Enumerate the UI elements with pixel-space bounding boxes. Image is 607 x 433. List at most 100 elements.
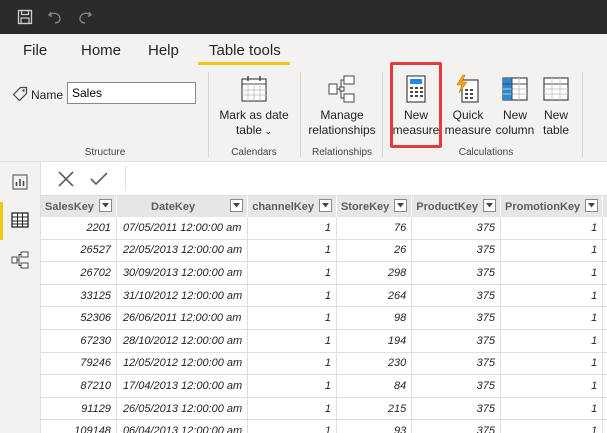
quick-measure-button[interactable]: Quick measure — [444, 74, 492, 138]
table-cell[interactable]: 1 — [500, 374, 604, 398]
table-cell[interactable]: 375 — [411, 397, 501, 421]
table-cell[interactable]: 1 — [500, 419, 604, 433]
table-cell[interactable]: 12/05/2012 12:00:00 am — [116, 352, 249, 376]
table-cell[interactable]: 76 — [336, 217, 413, 240]
report-view-icon[interactable] — [10, 172, 30, 192]
model-view-icon[interactable] — [10, 250, 30, 270]
table-cell[interactable]: 06/04/2013 12:00:00 am — [116, 419, 249, 433]
table-cell[interactable]: 2201 — [41, 217, 117, 240]
column-header[interactable]: StoreKey — [336, 196, 413, 217]
table-cell[interactable]: 230 — [336, 352, 413, 376]
table-cell[interactable]: 31/10/2012 12:00:00 am — [116, 284, 249, 308]
table-cell[interactable]: 33125 — [41, 284, 117, 308]
table-row[interactable]: 2201 07/05/2011 12:00:00 am 1 76 375 1 — [41, 217, 607, 240]
table-cell[interactable]: 375 — [411, 352, 501, 376]
column-filter-dropdown-icon[interactable] — [318, 199, 332, 212]
table-cell[interactable]: 1 — [500, 352, 604, 376]
table-cell[interactable]: 375 — [411, 306, 501, 330]
table-cell[interactable]: 1 — [247, 397, 337, 421]
table-cell[interactable]: 1 — [247, 217, 337, 240]
manage-relationships-button[interactable]: Manage relationships — [304, 74, 380, 138]
column-header[interactable]: DateKey — [116, 196, 249, 217]
table-cell[interactable]: 375 — [411, 374, 501, 398]
table-cell[interactable]: 375 — [411, 261, 501, 285]
column-header[interactable]: ProductKey — [411, 196, 501, 217]
table-row[interactable]: 33125 31/10/2012 12:00:00 am 1 264 375 1 — [41, 284, 607, 308]
table-row[interactable]: 52306 26/06/2011 12:00:00 am 1 98 375 1 — [41, 306, 607, 330]
table-cell[interactable]: 1 — [247, 419, 337, 433]
table-cell[interactable]: 79246 — [41, 352, 117, 376]
table-cell[interactable]: 215 — [336, 397, 413, 421]
table-cell[interactable]: 375 — [411, 419, 501, 433]
column-filter-dropdown-icon[interactable] — [394, 199, 408, 212]
table-cell[interactable]: 1 — [247, 374, 337, 398]
tab-home[interactable]: Home — [81, 42, 121, 59]
table-cell[interactable]: 22/05/2013 12:00:00 am — [116, 239, 249, 263]
table-cell[interactable]: 1 — [247, 239, 337, 263]
table-cell[interactable]: 87210 — [41, 374, 117, 398]
table-cell[interactable]: 194 — [336, 329, 413, 353]
table-row[interactable]: 87210 17/04/2013 12:00:00 am 1 84 375 1 — [41, 374, 607, 398]
table-cell[interactable]: 28/10/2012 12:00:00 am — [116, 329, 249, 353]
table-cell[interactable]: 375 — [411, 217, 501, 240]
column-filter-dropdown-icon[interactable] — [98, 199, 112, 212]
redo-icon[interactable] — [76, 8, 94, 26]
table-cell[interactable]: 30/09/2013 12:00:00 am — [116, 261, 249, 285]
table-cell[interactable]: 26 — [336, 239, 413, 263]
table-cell[interactable]: 375 — [411, 239, 501, 263]
column-filter-dropdown-icon[interactable] — [483, 199, 496, 212]
table-cell[interactable]: 109148 — [41, 419, 117, 433]
table-cell[interactable]: 375 — [411, 329, 501, 353]
column-header[interactable]: PromotionKey — [500, 196, 604, 217]
table-cell[interactable]: 1 — [500, 217, 604, 240]
table-cell[interactable]: 1 — [500, 397, 604, 421]
table-cell[interactable]: 298 — [336, 261, 413, 285]
column-filter-dropdown-icon[interactable] — [585, 199, 599, 212]
table-cell[interactable]: 1 — [500, 306, 604, 330]
tab-help[interactable]: Help — [148, 42, 179, 59]
table-cell[interactable]: 1 — [247, 261, 337, 285]
new-table-button[interactable]: New table — [538, 74, 574, 138]
table-cell[interactable]: 1 — [247, 306, 337, 330]
table-row[interactable]: 91129 26/05/2013 12:00:00 am 1 215 375 1 — [41, 397, 607, 421]
table-cell[interactable]: 1 — [500, 239, 604, 263]
formula-input[interactable] — [125, 166, 606, 190]
table-cell[interactable]: 26/05/2013 12:00:00 am — [116, 397, 249, 421]
table-cell[interactable]: 26527 — [41, 239, 117, 263]
table-row[interactable]: 26702 30/09/2013 12:00:00 am 1 298 375 1 — [41, 261, 607, 285]
undo-icon[interactable] — [46, 8, 64, 26]
table-cell[interactable]: 07/05/2011 12:00:00 am — [116, 217, 249, 240]
table-cell[interactable]: 26/06/2011 12:00:00 am — [116, 306, 249, 330]
table-cell[interactable]: 67230 — [41, 329, 117, 353]
table-cell[interactable]: 375 — [411, 284, 501, 308]
table-cell[interactable]: 98 — [336, 306, 413, 330]
table-cell[interactable]: 1 — [500, 329, 604, 353]
table-row[interactable]: 79246 12/05/2012 12:00:00 am 1 230 375 1 — [41, 352, 607, 376]
cancel-formula-icon[interactable] — [57, 170, 75, 193]
tab-file[interactable]: File — [23, 42, 47, 59]
table-cell[interactable]: 1 — [247, 284, 337, 308]
table-cell[interactable]: 1 — [247, 329, 337, 353]
table-cell[interactable]: 84 — [336, 374, 413, 398]
table-cell[interactable]: 52306 — [41, 306, 117, 330]
table-row[interactable]: 67230 28/10/2012 12:00:00 am 1 194 375 1 — [41, 329, 607, 353]
table-name-input[interactable] — [67, 82, 196, 104]
save-icon[interactable] — [16, 8, 34, 26]
table-cell[interactable]: 91129 — [41, 397, 117, 421]
column-header[interactable]: SalesKey — [41, 196, 117, 217]
table-cell[interactable]: 1 — [247, 352, 337, 376]
table-row[interactable]: 26527 22/05/2013 12:00:00 am 1 26 375 1 — [41, 239, 607, 263]
data-view-icon[interactable] — [10, 210, 30, 230]
table-cell[interactable]: 264 — [336, 284, 413, 308]
table-cell[interactable]: 17/04/2013 12:00:00 am — [116, 374, 249, 398]
tab-table-tools[interactable]: Table tools — [209, 42, 281, 59]
commit-formula-icon[interactable] — [89, 170, 109, 193]
table-cell[interactable]: 1 — [500, 284, 604, 308]
table-row[interactable]: 109148 06/04/2013 12:00:00 am 1 93 375 1 — [41, 419, 607, 433]
table-cell[interactable]: 26702 — [41, 261, 117, 285]
mark-as-date-table-button[interactable]: Mark as date table ⌄ — [214, 74, 294, 139]
column-filter-dropdown-icon[interactable] — [230, 199, 244, 212]
new-column-button[interactable]: New column — [492, 74, 538, 138]
table-cell[interactable]: 1 — [500, 261, 604, 285]
column-header[interactable]: channelKey — [247, 196, 337, 217]
